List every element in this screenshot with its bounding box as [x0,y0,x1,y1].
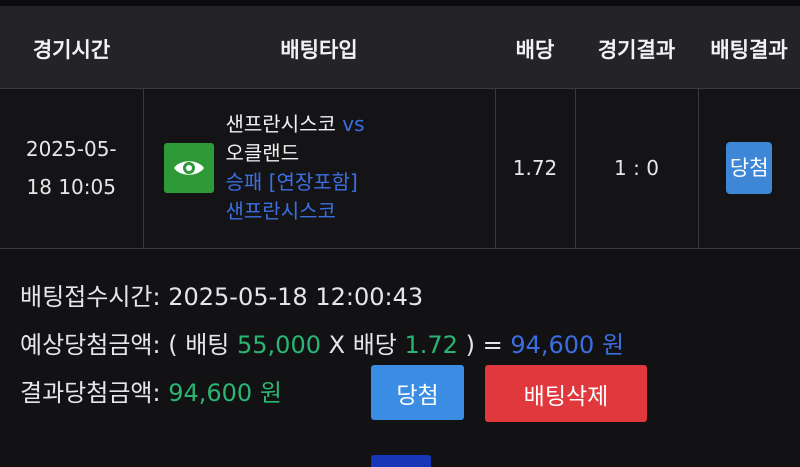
vs-label: vs [342,112,365,136]
expected-odds: 1.72 [404,331,458,359]
game-time-date: 2025-05- [25,137,117,161]
table-row: 2025-05- 18 10:05 샌프란시스코 vs 오클랜드 승패 [연장포… [0,88,800,249]
bet-type-info: 샌프란시스코 vs 오클랜드 승패 [연장포함] 샌프란시스코 [226,110,365,226]
next-button-partial[interactable] [371,455,431,467]
header-type: 배팅타입 [143,6,495,89]
expected-close: ) = [465,331,503,359]
header-time: 경기시간 [0,6,143,89]
table-header: 경기시간 배팅타입 배당 경기결과 배팅결과 [0,6,800,89]
expected-label: 예상당첨금액: [20,331,161,359]
score-cell: 1 : 0 [575,88,699,249]
expected-win-line: 예상당첨금액: ( 배팅 55,000 X 배당 1.72 ) = 94,600… [20,323,624,371]
result-amount: 94,600 원 [168,379,282,407]
expected-open: ( 배팅 [168,331,230,359]
delete-bet-button[interactable]: 배팅삭제 [485,365,647,422]
away-team: 오클랜드 [225,141,300,165]
home-team: 샌프란시스코 [225,112,336,136]
expected-x: X 배당 [328,331,397,359]
bet-pick: 샌프란시스코 [225,199,336,223]
result-label: 결과당첨금액: [20,379,161,407]
odds-cell: 1.72 [495,88,576,249]
game-time-hour: 18 10:05 [26,175,116,199]
bet-detail-page: 경기시간 배팅타입 배당 경기결과 배팅결과 2025-05- 18 10:05 [0,0,800,467]
status-badge: 당첨 [726,142,773,194]
bet-time-value: 2025-05-18 12:00:43 [168,283,424,311]
expected-amount: 94,600 원 [510,331,625,359]
bet-table: 경기시간 배팅타입 배당 경기결과 배팅결과 2025-05- 18 10:05 [0,6,800,249]
game-time-cell: 2025-05- 18 10:05 [0,88,144,249]
expected-stake: 55,000 [237,331,321,359]
bet-status-cell: 당첨 [698,88,800,249]
eye-icon-graphic [173,161,204,175]
win-button[interactable]: 당첨 [371,365,464,420]
header-bet-result: 배팅결과 [698,6,800,89]
eye-icon[interactable] [163,143,214,193]
bet-time-label: 배팅접수시간: [20,283,161,311]
header-game-result: 경기결과 [575,6,698,89]
bet-time-line: 배팅접수시간: 2025-05-18 12:00:43 [20,275,624,323]
header-odds: 배당 [495,6,575,89]
bet-kind: 승패 [연장포함] [225,170,358,194]
bet-type-cell: 샌프란시스코 vs 오클랜드 승패 [연장포함] 샌프란시스코 [143,88,496,249]
